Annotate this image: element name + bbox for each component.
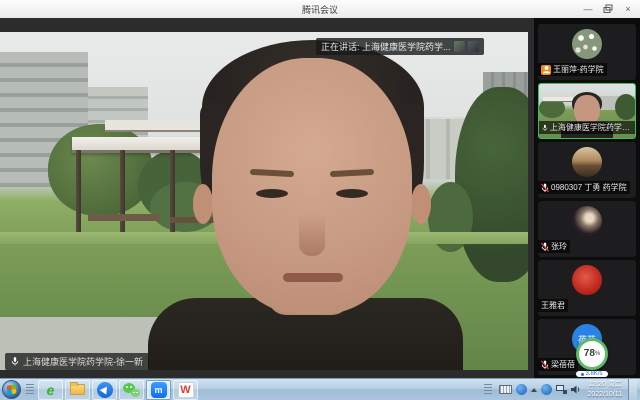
taskbar-blue-app-button[interactable] [92,380,117,400]
hidden-icons-arrow[interactable] [531,388,537,392]
network-speed: 3.8K/s [576,371,608,377]
wechat-icon [123,383,140,397]
window-title: 腾讯会议 [302,3,338,16]
tray-app-blue-icon[interactable] [516,384,527,395]
participant-tile-3[interactable]: 0980307 丁勇 药学院 [538,142,636,198]
battery-percent-sign: % [595,351,600,357]
tencent-meeting-window: 腾讯会议 — × [0,0,640,400]
mini-pavilion [543,97,573,102]
participant-name-tag: 王雅君 [538,299,568,312]
taskbar-browser-button[interactable]: e [38,380,63,400]
taskbar-wps-button[interactable]: W [173,380,198,400]
network-speed-label: 3.8K/s [585,371,602,377]
start-button[interactable] [2,380,21,399]
network-tray-icon[interactable] [556,385,567,394]
main-video[interactable]: 正在讲话: 上海健康医学院药学... 上海健康医学院药学院-徐一新 [0,18,528,378]
folder-icon [70,384,85,395]
taskbar-explorer-button[interactable] [65,380,90,400]
mini-tree [615,94,636,120]
mic-icon [542,123,548,133]
clock-time: 12:20 周二 [587,380,622,389]
participant-tile-4[interactable]: 张玲 [538,201,636,257]
speaker-mouth [283,273,343,282]
battery-ring: 78 % [576,338,608,370]
taskbar: e m W [0,378,640,400]
restore-icon [603,4,614,14]
speaker-mini-avatar [454,41,465,52]
participant-tile-1[interactable]: 王丽萍-药学院 [538,24,636,80]
participant-avatar [572,29,602,59]
participant-tile-5[interactable]: 王雅君 [538,260,636,316]
minimize-button[interactable]: — [578,1,598,17]
participant-avatar [572,147,602,177]
speaker-eye [336,189,368,198]
battery-percent: 78 [584,349,595,359]
muted-mic-icon [541,360,549,370]
speaking-indicator: 正在讲话: 上海健康医学院药学... [316,38,484,55]
close-button[interactable]: × [618,1,638,17]
mic-icon [11,356,19,367]
participant-tile-2[interactable]: 上海健康医学院药学院-徐... [538,83,636,139]
battery-widget[interactable]: 78 % 3.8K/s [573,338,611,377]
taskbar-meeting-button[interactable]: m [146,380,171,400]
participant-name-tag: 0980307 丁勇 药学院 [538,181,630,194]
pavilion-post [120,150,125,242]
participant-name: 上海健康医学院药学院-徐... [550,122,632,133]
participant-avatar [572,206,602,236]
blue-arrow-app-icon [97,382,113,398]
participant-name-tag: 梁蓓蓓 [538,358,578,371]
tray-app-blue2-icon[interactable] [541,384,552,395]
speaker-nose [299,204,325,256]
tray-clock[interactable]: 12:20 周二 2022/10/11 [587,380,622,399]
muted-mic-icon [541,183,549,193]
main-name-tag: 上海健康医学院药学院-徐一新 [5,353,149,370]
titlebar: 腾讯会议 — × [0,0,640,19]
participant-name: 王雅君 [541,300,565,311]
speaker-ear [193,184,213,224]
speaker-ear [411,184,431,224]
participant-name: 王丽萍-药学院 [553,64,604,75]
ime-keyboard-icon[interactable] [499,385,512,394]
participant-name: 张玲 [551,241,567,252]
muted-mic-icon [541,242,549,252]
pavilion-roof-upper [105,120,200,132]
tencent-meeting-icon: m [151,382,167,398]
participant-name: 梁蓓蓓 [551,359,575,370]
participants-sidebar: 王丽萍-药学院 [534,18,640,378]
browser-e-icon: e [47,383,55,397]
network-dot-icon [581,373,584,376]
system-tray: 12:20 周二 2022/10/11 [481,379,637,400]
show-desktop-button[interactable] [628,379,637,400]
speaking-indicator-label: 正在讲话: 上海健康医学院药学... [321,40,451,53]
tree [455,87,528,282]
campus-video-scene [0,32,528,370]
restore-button[interactable] [598,1,618,17]
speaker-mini-avatar [468,41,479,52]
volume-icon[interactable] [571,385,581,394]
meeting-content: 正在讲话: 上海健康医学院药学... 上海健康医学院药学院-徐一新 [0,18,640,378]
pavilion-bench [88,214,160,221]
toolbar-grip-icon [26,384,34,396]
host-icon [541,65,551,75]
participant-avatar [572,265,602,295]
participant-name-tag: 上海健康医学院药学院-徐... [539,121,635,134]
window-controls: — × [578,0,638,18]
taskbar-wechat-button[interactable] [119,380,144,400]
windows-logo-icon [6,384,16,394]
participant-name-tag: 张玲 [538,240,570,253]
main-name-label: 上海健康医学院药学院-徐一新 [23,355,143,368]
speaker-eye [256,189,288,198]
pavilion-post [76,150,81,242]
pavilion-post [170,150,175,242]
clock-date: 2022/10/11 [587,390,622,399]
tray-grip-icon [484,384,492,396]
participant-name-tag: 王丽萍-药学院 [538,63,607,76]
wps-icon: W [178,382,194,398]
participant-name: 0980307 丁勇 药学院 [551,182,627,193]
